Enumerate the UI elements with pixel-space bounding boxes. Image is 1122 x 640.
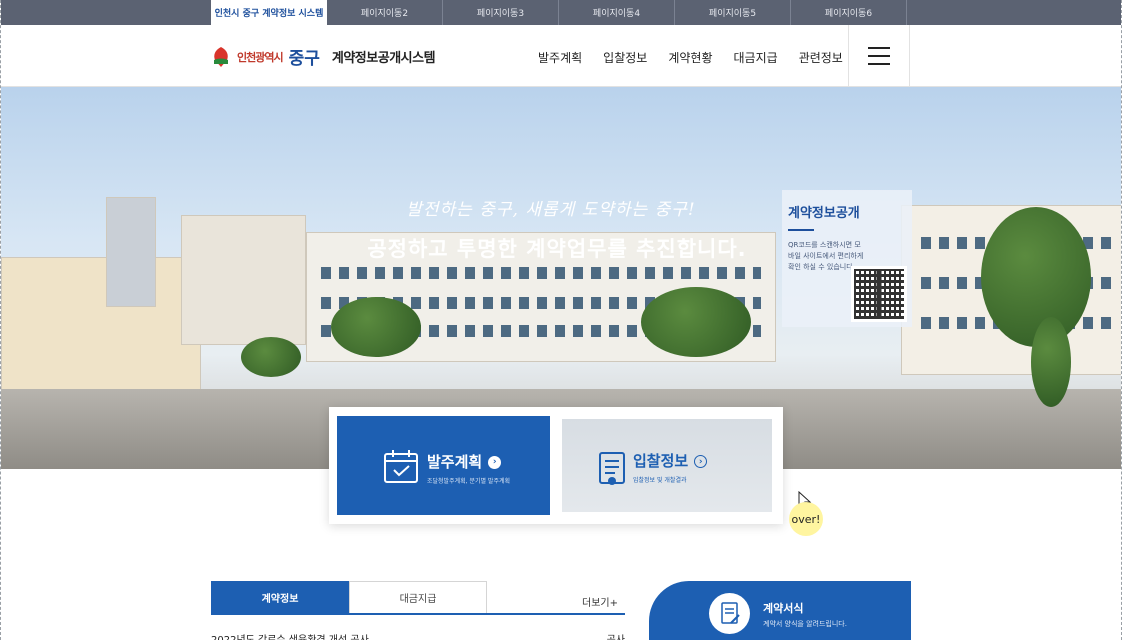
top-tab-1[interactable]: 인천시 중구 계약정보 시스템 [211, 0, 327, 25]
top-tab-3[interactable]: 페이지이동3 [443, 0, 559, 25]
quick-links: 발주계획 › 조달청발주계획, 분기별 발주계획 입찰정보 › 입찰정보 및 개찰결… [329, 407, 783, 524]
nav-item-order-plan[interactable]: 발주계획 [538, 49, 582, 66]
top-tab-5[interactable]: 페이지이동5 [675, 0, 791, 25]
board-tabs: 계약정보 대금지급 [211, 581, 487, 613]
logo-district-text: 중구 [288, 49, 320, 69]
tab-contract-info[interactable]: 계약정보 [211, 581, 349, 613]
contract-forms-title: 계약서식 [763, 602, 804, 615]
top-tab-strip: 인천시 중구 계약정보 시스템 페이지이동2 페이지이동3 페이지이동4 페이지… [1, 0, 1121, 25]
contract-forms-card[interactable]: 계약서식 계약서 양식을 알려드립니다. [649, 581, 911, 640]
cursor-over-label: over! [789, 502, 823, 536]
list-item[interactable]: 2022년도 각로수 생육환경 개선 공사 공사 [211, 631, 625, 640]
order-plan-desc: 조달청발주계획, 분기별 발주계획 [427, 478, 511, 485]
list-item-type: 공사 [607, 631, 625, 640]
nav-item-related-info[interactable]: 관련정보 [799, 49, 843, 66]
contract-forms-desc: 계약서 양식을 알려드립니다. [763, 620, 847, 628]
site-logo[interactable]: 인천광역시 중구 계약정보공개시스템 [211, 44, 436, 69]
junggu-emblem-icon [211, 46, 231, 68]
qr-code-icon[interactable] [851, 266, 907, 322]
order-plan-title: 발주계획 [427, 453, 483, 471]
more-link[interactable]: 더보기+ [582, 594, 618, 609]
nav-item-bid-info[interactable]: 입찰정보 [603, 49, 647, 66]
order-plan-card[interactable]: 발주계획 › 조달청발주계획, 분기별 발주계획 [337, 416, 550, 515]
qr-title: 계약정보공개 [788, 206, 860, 221]
list-item-title: 2022년도 각로수 생육환경 개선 공사 [211, 631, 369, 640]
hamburger-icon [868, 47, 890, 49]
top-tab-2[interactable]: 페이지이동2 [327, 0, 443, 25]
qr-panel: 계약정보공개 QR코드를 스캔하시면 모바일 사이트에서 편리하게 확인 하실 … [782, 190, 912, 327]
nav-item-payment[interactable]: 대금지급 [734, 49, 778, 66]
hero-headline: 공정하고 투명한 계약업무를 추진합니다. [367, 237, 747, 261]
bid-info-card[interactable]: 입찰정보 › 입찰정보 및 개찰결과 [562, 419, 772, 512]
hamburger-menu-button[interactable] [848, 25, 910, 87]
main-nav: 발주계획 입찰정보 계약현황 대금지급 관련정보 [538, 49, 843, 66]
top-tab-6[interactable]: 페이지이동6 [791, 0, 907, 25]
page-frame: 인천시 중구 계약정보 시스템 페이지이동2 페이지이동3 페이지이동4 페이지… [0, 0, 1122, 640]
bid-info-title: 입찰정보 [633, 452, 689, 470]
hero-slogan: 발전하는 중구, 새롭게 도약하는 중구! [406, 200, 696, 220]
arrow-right-icon: › [694, 455, 708, 468]
site-header: 인천광역시 중구 계약정보공개시스템 발주계획 입찰정보 계약현황 대금지급 관… [1, 25, 1121, 87]
top-tab-4[interactable]: 페이지이동4 [559, 0, 675, 25]
tab-payment[interactable]: 대금지급 [349, 581, 487, 613]
document-icon [599, 452, 625, 485]
nav-item-contract-status[interactable]: 계약현황 [668, 49, 712, 66]
logo-city-text: 인천광역시 [237, 50, 284, 64]
board-divider [211, 613, 625, 615]
form-document-icon [709, 593, 750, 634]
arrow-right-icon: › [488, 456, 502, 469]
calendar-icon [384, 450, 418, 483]
site-title: 계약정보공개시스템 [331, 51, 436, 66]
bid-info-desc: 입찰정보 및 개찰결과 [633, 477, 687, 484]
hero-building-left [1, 257, 201, 407]
